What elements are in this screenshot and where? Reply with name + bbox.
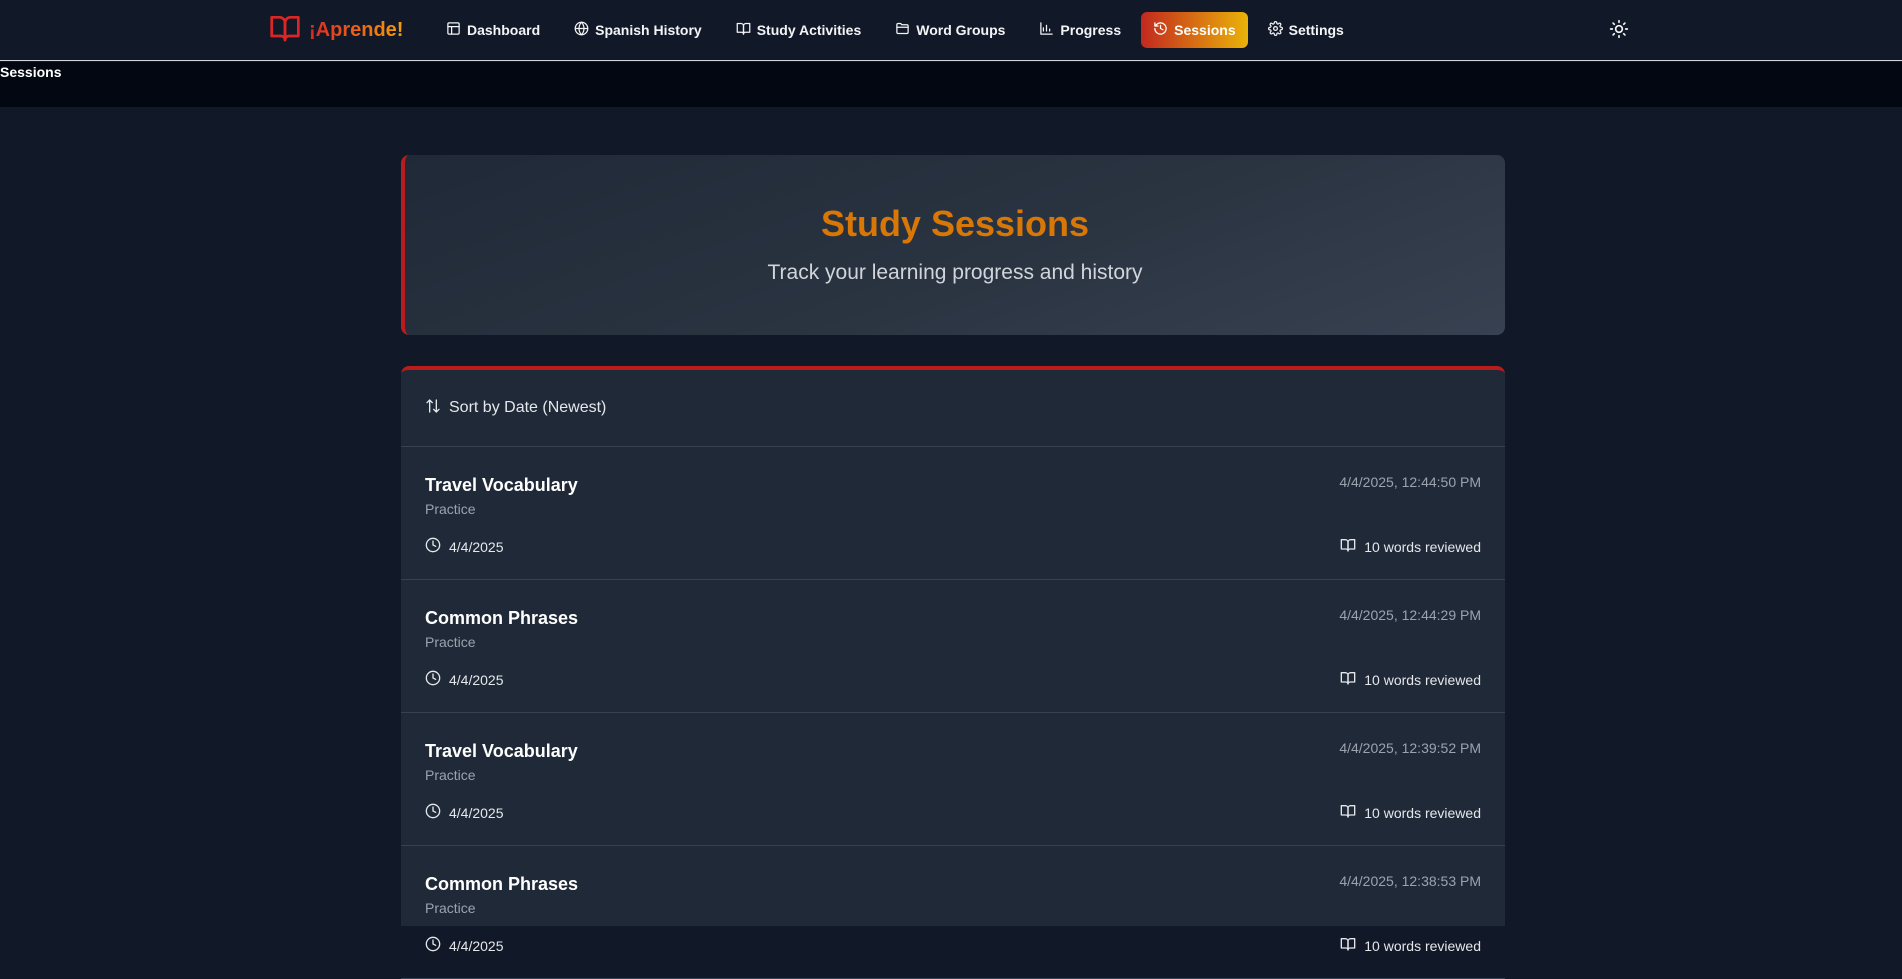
session-date: 4/4/2025 bbox=[425, 803, 504, 822]
session-timestamp: 4/4/2025, 12:38:53 PM bbox=[1339, 873, 1481, 889]
breadcrumb: Sessions bbox=[0, 62, 1902, 107]
session-title: Travel Vocabulary bbox=[425, 741, 578, 761]
theme-toggle-button[interactable] bbox=[1607, 18, 1631, 42]
nav-item-word-groups[interactable]: Word Groups bbox=[881, 12, 1019, 48]
page-header-card: Study Sessions Track your learning progr… bbox=[401, 155, 1505, 335]
session-title: Common Phrases bbox=[425, 874, 579, 894]
book-open-icon bbox=[269, 12, 301, 49]
book-open-icon bbox=[1340, 936, 1356, 955]
nav-item-label: Dashboard bbox=[467, 22, 541, 38]
session-words: 10 words reviewed bbox=[1340, 537, 1481, 556]
session-title: Travel Vocabulary bbox=[425, 475, 578, 495]
page-title: Study Sessions bbox=[820, 203, 1090, 244]
page-subtitle: Track your learning progress and history bbox=[767, 261, 1143, 284]
nav-item-label: Study Activities bbox=[756, 22, 862, 38]
session-words: 10 words reviewed bbox=[1340, 936, 1481, 955]
session-date: 4/4/2025 bbox=[425, 936, 504, 955]
session-row[interactable]: Common Phrases Practice 4/4/2025, 12:44:… bbox=[401, 580, 1505, 713]
nav-item-progress[interactable]: Progress bbox=[1025, 12, 1135, 48]
sessions-list: Sort by Date (Newest) Travel Vocabulary … bbox=[401, 366, 1505, 979]
session-words-text: 10 words reviewed bbox=[1364, 538, 1481, 555]
session-row[interactable]: Common Phrases Practice 4/4/2025, 12:38:… bbox=[401, 846, 1505, 979]
session-title: Common Phrases bbox=[425, 608, 579, 628]
session-date-text: 4/4/2025 bbox=[449, 671, 504, 688]
brand-name: ¡Aprende! bbox=[309, 18, 404, 41]
session-timestamp: 4/4/2025, 12:39:52 PM bbox=[1339, 740, 1481, 756]
session-words-text: 10 words reviewed bbox=[1364, 804, 1481, 821]
breadcrumb-current: Sessions bbox=[0, 64, 62, 80]
history-icon bbox=[1153, 21, 1168, 39]
book-open-icon bbox=[1340, 537, 1356, 556]
gear-icon bbox=[1267, 21, 1283, 39]
book-open-icon bbox=[1340, 803, 1356, 822]
nav-item-label: Progress bbox=[1060, 22, 1122, 38]
globe-icon bbox=[574, 21, 589, 39]
main-nav: Dashboard Spanish History Study Activiti… bbox=[432, 12, 1358, 48]
top-navigation: ¡Aprende! Dashboard Spanish History Stud… bbox=[0, 0, 1902, 61]
session-type: Practice bbox=[425, 634, 476, 650]
nav-item-label: Settings bbox=[1288, 22, 1344, 38]
session-type: Practice bbox=[425, 501, 476, 517]
bar-chart-icon bbox=[1039, 21, 1054, 39]
clock-icon bbox=[425, 936, 441, 955]
clock-icon bbox=[425, 803, 441, 822]
session-words: 10 words reviewed bbox=[1340, 803, 1481, 822]
session-timestamp: 4/4/2025, 12:44:50 PM bbox=[1339, 474, 1481, 490]
clock-icon bbox=[425, 537, 441, 556]
session-type: Practice bbox=[425, 767, 476, 783]
nav-item-label: Sessions bbox=[1174, 22, 1236, 38]
nav-item-sessions[interactable]: Sessions bbox=[1141, 12, 1248, 48]
session-words-text: 10 words reviewed bbox=[1364, 671, 1481, 688]
book-open-icon bbox=[736, 21, 751, 39]
session-timestamp: 4/4/2025, 12:44:29 PM bbox=[1339, 607, 1481, 623]
session-date: 4/4/2025 bbox=[425, 670, 504, 689]
sort-label: Sort by Date (Newest) bbox=[449, 399, 607, 416]
session-words-text: 10 words reviewed bbox=[1364, 937, 1481, 954]
session-date: 4/4/2025 bbox=[425, 537, 504, 556]
session-row[interactable]: Travel Vocabulary Practice 4/4/2025, 12:… bbox=[401, 713, 1505, 846]
session-date-text: 4/4/2025 bbox=[449, 804, 504, 821]
sort-bar: Sort by Date (Newest) bbox=[401, 370, 1505, 447]
nav-item-spanish-history[interactable]: Spanish History bbox=[560, 12, 716, 48]
book-open-icon bbox=[1340, 670, 1356, 689]
folder-icon bbox=[895, 21, 910, 39]
nav-item-dashboard[interactable]: Dashboard bbox=[432, 12, 554, 48]
session-type: Practice bbox=[425, 900, 476, 916]
nav-item-settings[interactable]: Settings bbox=[1254, 12, 1358, 48]
session-date-text: 4/4/2025 bbox=[449, 538, 504, 555]
session-date-text: 4/4/2025 bbox=[449, 937, 504, 954]
clock-icon bbox=[425, 670, 441, 689]
session-row[interactable]: Travel Vocabulary Practice 4/4/2025, 12:… bbox=[401, 447, 1505, 580]
nav-item-label: Word Groups bbox=[916, 22, 1006, 38]
brand-logo[interactable]: ¡Aprende! bbox=[269, 14, 403, 46]
layout-icon bbox=[446, 21, 461, 39]
sun-icon bbox=[1609, 19, 1629, 42]
sort-button[interactable]: Sort by Date (Newest) bbox=[425, 398, 606, 419]
nav-item-label: Spanish History bbox=[595, 22, 702, 38]
nav-item-study-activities[interactable]: Study Activities bbox=[722, 12, 876, 48]
session-words: 10 words reviewed bbox=[1340, 670, 1481, 689]
arrows-up-down-icon bbox=[425, 398, 441, 419]
